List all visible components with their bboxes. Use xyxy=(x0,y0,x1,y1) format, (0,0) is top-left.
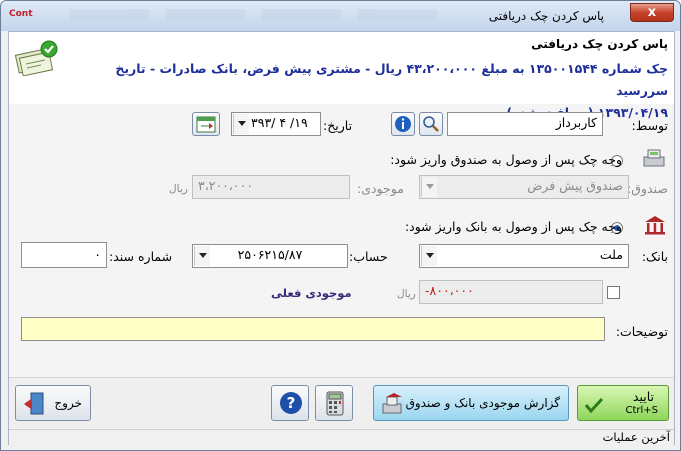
notes-label: توضیحات: xyxy=(615,324,668,339)
bank-balance-checkbox[interactable] xyxy=(607,286,620,299)
account-label: حساب: xyxy=(349,249,388,264)
chevron-down-icon xyxy=(421,246,437,266)
doc-number-label: شماره سند: xyxy=(109,249,173,264)
bank-value: ملت xyxy=(599,247,623,262)
search-user-button[interactable] xyxy=(419,112,443,136)
checkmark-icon xyxy=(584,397,604,414)
cash-balance-label: موجودی: xyxy=(357,181,404,196)
deposit-to-cashbox-label: وجه چک پس از وصول به صندوق واریز شود: xyxy=(390,152,622,167)
calendar-button[interactable] xyxy=(192,112,220,136)
cheque-check-icon xyxy=(15,40,58,76)
calculator-button[interactable] xyxy=(315,385,353,421)
exit-button[interactable]: خروج xyxy=(15,385,91,421)
chevron-down-icon xyxy=(421,177,437,197)
current-balance-label: موجودی فعلی xyxy=(271,286,352,300)
date-label: تاریخ: xyxy=(323,118,353,133)
confirm-button[interactable]: تایید Ctrl+S xyxy=(577,385,669,421)
report-icon xyxy=(382,393,402,414)
notes-input[interactable] xyxy=(21,317,605,341)
calculator-icon xyxy=(326,391,344,416)
confirm-label: تایید xyxy=(632,389,654,404)
by-user-input[interactable]: کاربرداز xyxy=(447,112,603,136)
close-button[interactable]: x xyxy=(630,3,674,22)
confirm-shortcut: Ctrl+S xyxy=(625,405,658,416)
date-input[interactable]: ۱۳۹۳/ ۴ /۱۹ xyxy=(231,112,321,136)
exit-label: خروج xyxy=(54,396,82,410)
dialog-window: Cont پاس کردن چک دریافتی x پاس کردن چک د… xyxy=(0,0,681,451)
cash-balance-field: ۳،۲۰۰،۰۰۰ xyxy=(192,175,350,199)
bank-icon xyxy=(645,216,665,235)
bank-label: بانک: xyxy=(641,249,668,264)
window-title: پاس کردن چک دریافتی xyxy=(488,9,604,23)
deposit-to-bank-label: وجه چک پس از وصول به بانک واریز شود: xyxy=(404,219,622,234)
fund-label: صندوق: xyxy=(627,181,668,196)
status-text: آخرین عملیات xyxy=(602,430,670,444)
bank-balance-field: -۸۰۰،۰۰۰ xyxy=(419,280,603,304)
help-button[interactable]: ? xyxy=(271,385,309,421)
fund-value: صندوق پیش فرض xyxy=(527,178,623,193)
bank-currency-label: ریال xyxy=(397,288,416,300)
background-taskbar xyxy=(61,7,481,25)
doc-number-input[interactable]: ۰ xyxy=(21,242,107,268)
info-icon xyxy=(395,116,411,132)
report-label: گزارش موجودی بانک و صندوق xyxy=(405,396,560,410)
cash-register-icon xyxy=(643,149,665,167)
help-icon: ? xyxy=(280,392,302,414)
title-bar: Cont پاس کردن چک دریافتی x xyxy=(1,1,680,31)
account-combo[interactable]: ۲۵۰۶۲۱۵/۸۷ xyxy=(192,244,348,268)
dialog-content: پاس کردن چک دریافتی چک شماره ۱۳۵۰۰۱۵۴۴ ب… xyxy=(8,31,675,445)
magnifier-icon xyxy=(423,116,439,132)
header-panel: پاس کردن چک دریافتی چک شماره ۱۳۵۰۰۱۵۴۴ ب… xyxy=(9,32,674,120)
header-title: پاس کردن چک دریافتی xyxy=(531,37,668,51)
svg-text:?: ? xyxy=(287,394,296,412)
cash-currency-label: ریال xyxy=(169,183,188,195)
cheque-description-line1: چک شماره ۱۳۵۰۰۱۵۴۴ به مبلغ ۴۳،۲۰۰،۰۰۰ ری… xyxy=(115,61,668,98)
exit-door-icon xyxy=(24,392,44,415)
bank-combo[interactable]: ملت xyxy=(419,244,629,268)
date-value: ۱۳۹۳/ ۴ /۱۹ xyxy=(244,115,308,130)
app-logo: Cont xyxy=(9,9,33,19)
bank-cash-report-button[interactable]: گزارش موجودی بانک و صندوق xyxy=(373,385,569,421)
date-spin-icon xyxy=(233,114,249,134)
by-label: توسط: xyxy=(631,118,669,133)
account-value: ۲۵۰۶۲۱۵/۸۷ xyxy=(237,247,303,262)
chevron-down-icon xyxy=(194,246,210,266)
fund-combo[interactable]: صندوق پیش فرض xyxy=(419,175,629,199)
info-button[interactable] xyxy=(391,112,415,136)
status-bar: آخرین عملیات xyxy=(9,429,674,445)
button-bar: تایید Ctrl+S گزارش موجودی بانک و صندوق ?… xyxy=(9,377,674,429)
calendar-icon xyxy=(196,116,216,133)
